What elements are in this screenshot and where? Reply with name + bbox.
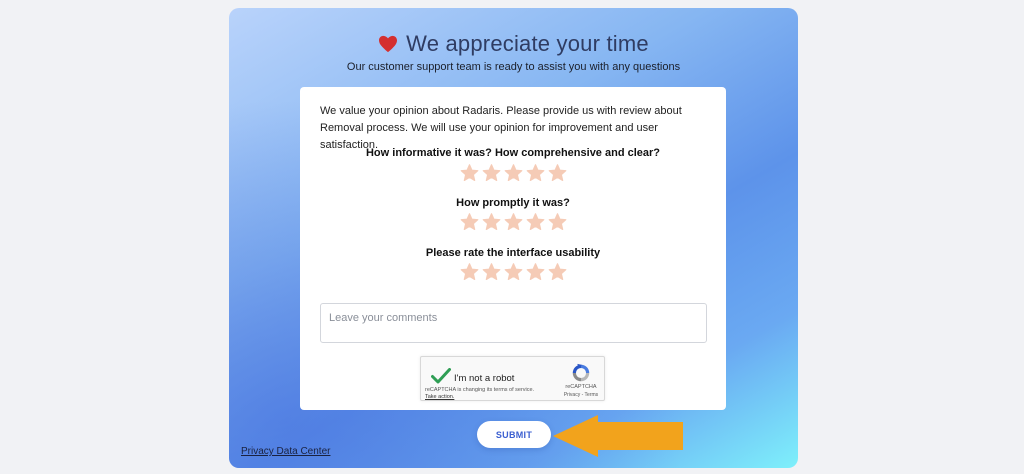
recaptcha-label: I'm not a robot: [454, 373, 515, 384]
question-promptly: How promptly it was?: [456, 197, 570, 209]
checkmark-icon[interactable]: [431, 368, 451, 384]
star-icon[interactable]: [526, 213, 545, 231]
arrow-annotation-icon: [553, 415, 683, 457]
question-informative: How informative it was? How comprehensiv…: [365, 147, 661, 159]
star-icon[interactable]: [482, 263, 501, 281]
recaptcha-privacy-terms-links[interactable]: Privacy - Terms: [562, 392, 600, 398]
recaptcha-logo-icon: [572, 363, 590, 382]
star-icon[interactable]: [460, 164, 479, 182]
rating-usability[interactable]: [300, 263, 726, 281]
question-usability: Please rate the interface usability: [425, 247, 601, 259]
submit-button[interactable]: SUBMIT: [477, 421, 551, 448]
rating-informative[interactable]: [300, 164, 726, 182]
heart-icon: [379, 35, 398, 53]
star-icon[interactable]: [482, 164, 501, 182]
star-icon[interactable]: [548, 213, 567, 231]
recaptcha-take-action-link[interactable]: Take action.: [425, 394, 454, 400]
star-icon[interactable]: [460, 213, 479, 231]
feedback-card: We appreciate your time Our customer sup…: [229, 8, 798, 468]
page-title: We appreciate your time: [406, 31, 649, 56]
star-icon[interactable]: [526, 263, 545, 281]
title-row: We appreciate your time: [229, 31, 798, 57]
privacy-data-center-link[interactable]: Privacy Data Center: [241, 446, 330, 457]
recaptcha-notice: reCAPTCHA is changing its terms of servi…: [425, 387, 535, 393]
rating-promptly[interactable]: [300, 213, 726, 231]
page-subtitle: Our customer support team is ready to as…: [346, 61, 681, 73]
recaptcha-widget: I'm not a robot reCAPTCHA is changing it…: [420, 356, 605, 401]
feedback-form-panel: We value your opinion about Radaris. Ple…: [300, 87, 726, 410]
star-icon[interactable]: [548, 263, 567, 281]
star-icon[interactable]: [548, 164, 567, 182]
star-icon[interactable]: [482, 213, 501, 231]
star-icon[interactable]: [504, 213, 523, 231]
comments-input[interactable]: [320, 303, 707, 343]
star-icon[interactable]: [504, 263, 523, 281]
star-icon[interactable]: [526, 164, 545, 182]
recaptcha-brand: reCAPTCHA: [565, 384, 597, 390]
star-icon[interactable]: [504, 164, 523, 182]
star-icon[interactable]: [460, 263, 479, 281]
